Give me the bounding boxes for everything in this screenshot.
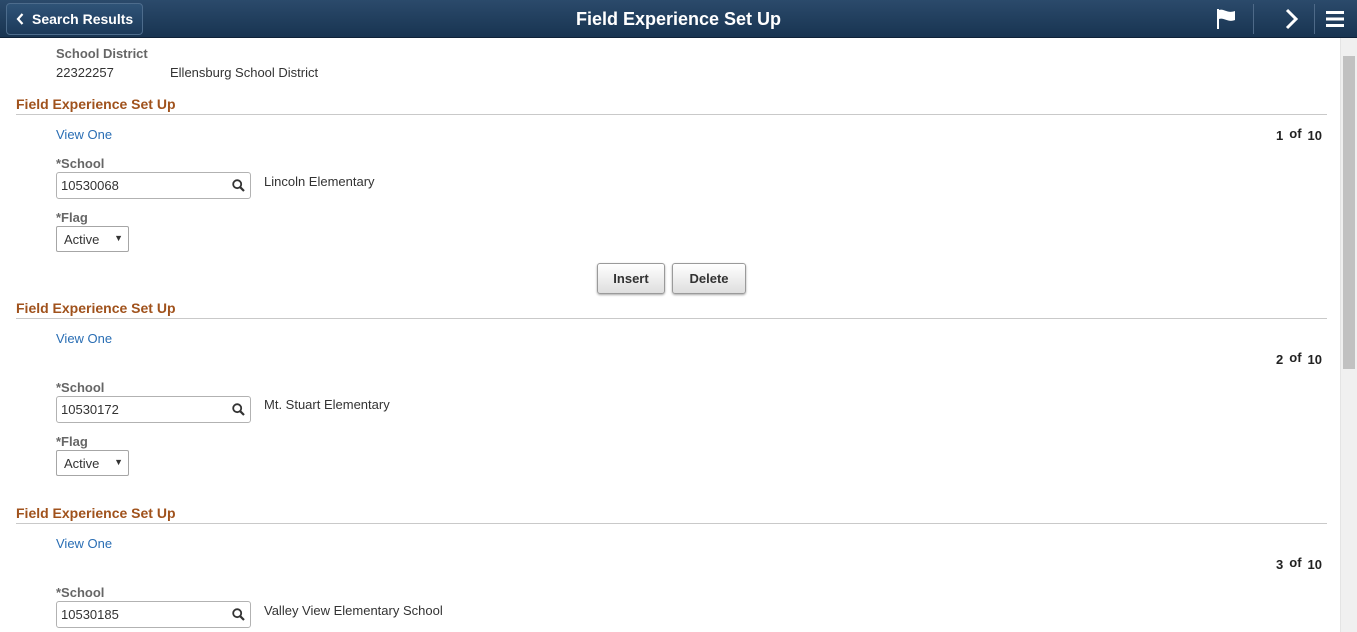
school-field[interactable] (56, 172, 251, 199)
row-counter: 2 of 10 (1270, 350, 1322, 367)
flag-label: *Flag (56, 434, 88, 449)
scrollbar-thumb[interactable] (1343, 56, 1355, 369)
school-input[interactable] (57, 397, 227, 422)
hamburger-menu-icon[interactable] (1321, 7, 1349, 31)
view-one-link[interactable]: View One (56, 536, 112, 551)
search-icon[interactable] (232, 608, 245, 621)
search-icon[interactable] (232, 403, 245, 416)
row-index: 1 (1276, 128, 1284, 143)
flag-select[interactable]: Active ▼ (56, 226, 129, 252)
school-field[interactable] (56, 601, 251, 628)
school-input[interactable] (57, 173, 227, 198)
school-name: Mt. Stuart Elementary (264, 397, 390, 412)
school-district-id: 22322257 (56, 65, 114, 80)
dropdown-arrow-icon: ▼ (114, 233, 123, 243)
school-label: *School (56, 380, 105, 395)
school-name: Lincoln Elementary (264, 174, 375, 189)
row-total: 10 (1307, 352, 1322, 367)
section-divider (16, 114, 1327, 115)
section-divider (16, 523, 1327, 524)
delete-button[interactable]: Delete (672, 263, 746, 294)
view-one-link[interactable]: View One (56, 331, 112, 346)
row-counter: 1 of 10 (1270, 126, 1322, 143)
flag-select-value: Active (64, 456, 100, 471)
school-label: *School (56, 156, 105, 171)
school-input[interactable] (57, 602, 227, 627)
search-icon[interactable] (232, 179, 245, 192)
school-field[interactable] (56, 396, 251, 423)
school-district-label: School District (56, 46, 148, 61)
view-one-link[interactable]: View One (56, 127, 112, 142)
flag-select-value: Active (64, 232, 100, 247)
row-index: 2 (1276, 352, 1284, 367)
vertical-scrollbar[interactable] (1340, 38, 1357, 632)
page-title: Field Experience Set Up (575, 9, 782, 29)
row-total: 10 (1307, 557, 1322, 572)
row-of: of (1289, 555, 1302, 570)
section-title: Field Experience Set Up (16, 96, 176, 112)
row-counter: 3 of 10 (1270, 555, 1322, 572)
school-name: Valley View Elementary School (264, 603, 443, 618)
section-title: Field Experience Set Up (16, 300, 176, 316)
flag-icon[interactable] (1212, 7, 1240, 31)
header-bar: Search Results Field Experience Set Up (0, 0, 1357, 38)
row-index: 3 (1276, 557, 1284, 572)
header-divider (1314, 4, 1315, 34)
chevron-right-icon[interactable] (1278, 7, 1306, 31)
insert-button[interactable]: Insert (597, 263, 665, 294)
school-district-name: Ellensburg School District (170, 65, 319, 80)
dropdown-arrow-icon: ▼ (114, 457, 123, 467)
section-divider (16, 318, 1327, 319)
header-divider (1253, 4, 1254, 34)
main-content: School District 22322257 Ellensburg Scho… (0, 38, 1340, 632)
school-label: *School (56, 585, 105, 600)
flag-select[interactable]: Active ▼ (56, 450, 129, 476)
row-total: 10 (1307, 128, 1322, 143)
row-of: of (1289, 350, 1302, 365)
row-of: of (1289, 126, 1302, 141)
flag-label: *Flag (56, 210, 88, 225)
section-title: Field Experience Set Up (16, 505, 176, 521)
